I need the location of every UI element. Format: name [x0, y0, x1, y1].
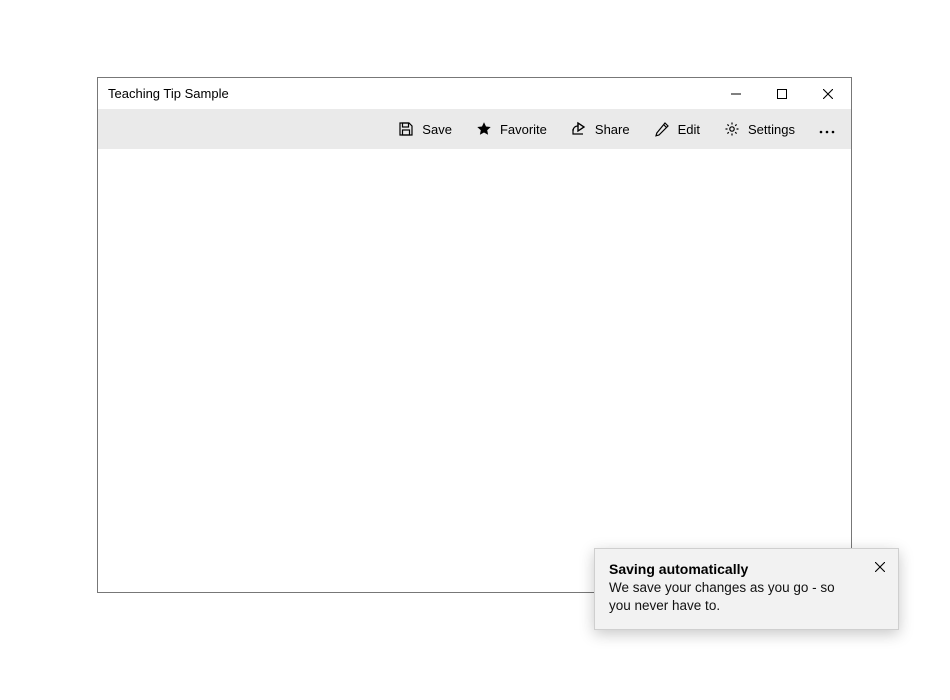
- gear-icon: [724, 121, 740, 137]
- window-title: Teaching Tip Sample: [98, 86, 229, 101]
- edit-icon: [654, 121, 670, 137]
- settings-label: Settings: [748, 122, 795, 137]
- teaching-tip-body: We save your changes as you go - so you …: [609, 579, 860, 615]
- close-button[interactable]: [805, 78, 851, 109]
- titlebar: Teaching Tip Sample: [98, 78, 851, 109]
- star-icon: [476, 121, 492, 137]
- command-bar: Save Favorite Share: [98, 109, 851, 149]
- share-button[interactable]: Share: [559, 109, 642, 149]
- share-icon: [571, 121, 587, 137]
- minimize-icon: [731, 89, 741, 99]
- save-icon: [398, 121, 414, 137]
- teaching-tip: Saving automatically We save your change…: [594, 548, 899, 630]
- edit-label: Edit: [678, 122, 700, 137]
- favorite-button[interactable]: Favorite: [464, 109, 559, 149]
- share-label: Share: [595, 122, 630, 137]
- more-icon: [819, 121, 835, 137]
- edit-button[interactable]: Edit: [642, 109, 712, 149]
- teaching-tip-title: Saving automatically: [609, 561, 860, 577]
- more-button[interactable]: [807, 109, 847, 149]
- close-icon: [875, 559, 885, 575]
- save-button[interactable]: Save: [386, 109, 464, 149]
- settings-button[interactable]: Settings: [712, 109, 807, 149]
- save-label: Save: [422, 122, 452, 137]
- teaching-tip-close-button[interactable]: [870, 557, 890, 577]
- close-icon: [823, 89, 833, 99]
- maximize-button[interactable]: [759, 78, 805, 109]
- app-window: Teaching Tip Sample: [97, 77, 852, 593]
- maximize-icon: [777, 89, 787, 99]
- favorite-label: Favorite: [500, 122, 547, 137]
- content-area: [98, 149, 851, 592]
- minimize-button[interactable]: [713, 78, 759, 109]
